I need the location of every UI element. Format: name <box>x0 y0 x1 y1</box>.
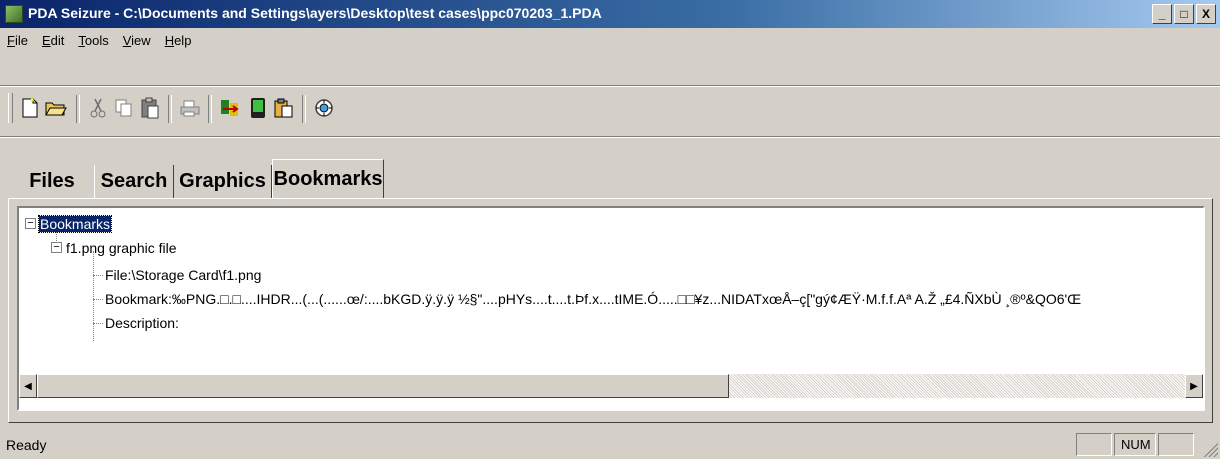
cut-icon[interactable] <box>84 93 112 123</box>
window-controls: _ □ X <box>1150 4 1216 24</box>
tab-files-label: Files <box>29 170 75 192</box>
collapse-root-icon[interactable]: − <box>25 218 36 229</box>
status-pane-caps <box>1076 433 1112 456</box>
menu-file-label: ile <box>14 32 28 48</box>
toolbar-divider <box>76 95 80 123</box>
tree-root-label: Bookmarks <box>37 215 113 233</box>
acquire-icon[interactable] <box>216 93 244 123</box>
toolbar-divider <box>168 95 172 123</box>
tab-bookmarks-label: Bookmarks <box>273 167 383 190</box>
menu-bar: File Edit Tools View Help <box>0 28 1220 52</box>
scroll-left-arrow-icon: ◀ <box>24 380 32 392</box>
menu-tools-label: ools <box>84 32 109 48</box>
scroll-right-arrow-icon: ▶ <box>1190 380 1198 392</box>
menu-edit-label: dit <box>50 32 65 48</box>
num-lock-indicator: NUM <box>1121 437 1151 452</box>
menu-view[interactable]: View <box>116 33 158 48</box>
scroll-thumb[interactable] <box>37 374 729 398</box>
menu-tools[interactable]: Tools <box>71 33 115 48</box>
close-button[interactable]: X <box>1196 4 1216 24</box>
pda-device-icon[interactable] <box>244 93 272 123</box>
toolbar-grip[interactable] <box>8 93 13 123</box>
tree-connector <box>93 323 103 324</box>
status-text: Ready <box>6 437 47 453</box>
status-bar: Ready NUM <box>0 430 1220 459</box>
menu-help[interactable]: Help <box>158 33 199 48</box>
minimize-button[interactable]: _ <box>1152 4 1172 24</box>
tree-connector <box>93 251 94 341</box>
tree-detail-description[interactable]: Description: <box>105 314 179 332</box>
app-icon[interactable] <box>5 5 23 23</box>
menu-file[interactable]: File <box>0 33 35 48</box>
toolbar-divider <box>208 95 212 123</box>
tab-bookmarks[interactable]: Bookmarks <box>272 159 384 198</box>
tab-graphics[interactable]: Graphics <box>174 165 272 198</box>
tree-connector <box>93 275 103 276</box>
window-title: PDA Seizure - C:\Documents and Settings\… <box>28 5 602 21</box>
copy-icon[interactable] <box>110 93 138 123</box>
tree-file-node[interactable]: f1.png graphic file <box>66 239 177 257</box>
resize-grip-icon[interactable] <box>1202 441 1218 457</box>
horizontal-scrollbar[interactable]: ◀ ▶ <box>19 374 1203 398</box>
tab-search-label: Search <box>100 170 168 192</box>
tab-graphics-label: Graphics <box>179 170 266 192</box>
toolbar-divider <box>302 95 306 123</box>
tree-root-node[interactable]: Bookmarks <box>37 215 113 233</box>
menu-help-mnemonic: H <box>164 32 175 48</box>
menu-help-label: elp <box>174 32 192 48</box>
toolbar-separator-top <box>0 85 1220 87</box>
menu-file-mnemonic: F <box>7 32 15 48</box>
open-folder-icon[interactable] <box>42 93 70 123</box>
scroll-left-button[interactable]: ◀ <box>19 374 37 398</box>
scroll-right-button[interactable]: ▶ <box>1185 374 1203 398</box>
tree-detail-file[interactable]: File:\Storage Card\f1.png <box>105 266 261 284</box>
tree-connector <box>93 299 103 300</box>
tab-search[interactable]: Search <box>94 165 174 198</box>
menu-edit-mnemonic: E <box>41 32 51 48</box>
title-bar[interactable]: PDA Seizure - C:\Documents and Settings\… <box>0 0 1220 28</box>
new-document-icon[interactable] <box>16 93 44 123</box>
menu-view-mnemonic: V <box>122 32 132 48</box>
paste-icon[interactable] <box>136 93 164 123</box>
menu-view-label: iew <box>131 32 151 48</box>
tab-files[interactable]: Files <box>10 165 94 198</box>
maximize-button[interactable]: □ <box>1174 4 1194 24</box>
print-icon[interactable] <box>176 93 204 123</box>
tree-detail-bookmark[interactable]: Bookmark:‰PNG.□.□....IHDR...(...(......œ… <box>105 290 1081 308</box>
menu-edit[interactable]: Edit <box>35 33 71 48</box>
status-pane-num: NUM <box>1114 433 1156 456</box>
about-icon[interactable] <box>310 93 338 123</box>
status-pane-scroll <box>1158 433 1194 456</box>
collapse-child-icon[interactable]: − <box>51 242 62 253</box>
toolbar-separator-bottom <box>0 136 1220 138</box>
clipboard-icon[interactable] <box>270 93 298 123</box>
